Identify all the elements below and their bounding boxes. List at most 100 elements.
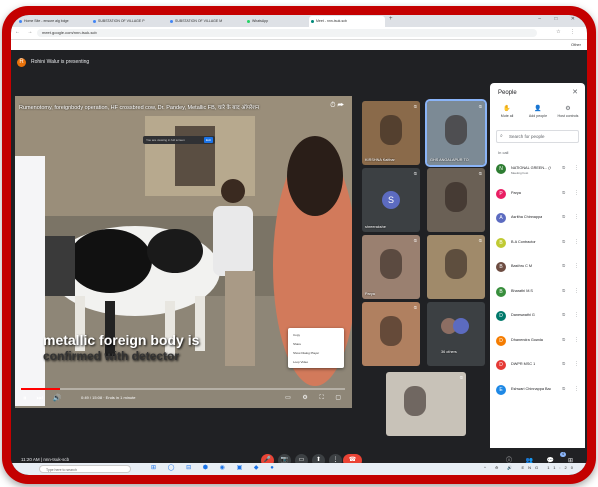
add-people-button[interactable]: 👤 Add people	[523, 105, 553, 118]
url-input[interactable]: meet.google.com/nnn-tsuk-scb	[37, 29, 537, 37]
context-menu-item[interactable]: Loop Video	[293, 360, 308, 364]
screenshot-frame: Home Site - ensure alg bdge SUBSTATION O…	[2, 6, 596, 484]
muted-mic-icon: ⦸	[478, 171, 482, 177]
browser-tab-active[interactable]: Meet - nnn-tsuk-scb	[309, 16, 385, 27]
participant-name: NATIONAL GREEN... (You)	[511, 166, 551, 170]
participant-name: Bharathi M.S	[511, 288, 533, 293]
participant-role: Meeting host	[511, 171, 529, 175]
browser-tab[interactable]: SUBSTATION OF VILLAGE M	[168, 16, 243, 27]
screen: Home Site - ensure alg bdge SUBSTATION O…	[11, 15, 587, 475]
avatar: D	[496, 335, 506, 346]
search-people-input[interactable]: ⌕ Search for people	[496, 130, 579, 143]
more-options-icon[interactable]: ⋮	[574, 361, 579, 367]
more-options-icon[interactable]: ⋮	[574, 263, 579, 269]
presenter-label: Rohini Walur is presenting	[31, 59, 90, 65]
participant-avatar: S	[382, 191, 400, 209]
avatar: N	[496, 164, 506, 174]
participant-tile[interactable]: S ⦸ shreerakshe	[362, 168, 420, 232]
watch-later-share-icon[interactable]: ⏱ ➦	[330, 102, 344, 110]
participant-list-item[interactable]: D Dhanendra Gowda ⦸ ⋮	[490, 331, 585, 353]
mute-mic-icon[interactable]: ⦸	[562, 337, 565, 343]
mute-mic-icon[interactable]: ⦸	[562, 386, 565, 392]
participant-list-item[interactable]: D Daneswathi G ⦸ ⋮	[490, 306, 585, 328]
avatar: E	[496, 384, 506, 395]
fullscreen-notice: You are viewing in full screen Exit	[143, 136, 215, 144]
participant-tile[interactable]: 36 others	[427, 302, 485, 366]
participant-tile[interactable]: ⦸ KIRSHNA Kaithar	[362, 101, 420, 165]
avatar: B	[496, 286, 506, 297]
mute-mic-icon[interactable]: ⦸	[562, 263, 565, 269]
new-tab-button[interactable]: +	[389, 16, 393, 22]
play-pause-next-volume-icons[interactable]: ⏸ ⏭ 🔊	[23, 394, 65, 403]
host-controls-button[interactable]: ⚙ Host controls	[553, 105, 583, 118]
mute-mic-icon[interactable]: ⦸	[562, 361, 565, 367]
taskbar-app-icons[interactable]: ⊞ ◯ ⊟ ⬢ ◉ ▣ ◆ ●	[151, 464, 279, 471]
more-options-icon[interactable]: ⋮	[574, 165, 579, 171]
taskbar-search-input[interactable]: Type here to search	[39, 465, 131, 473]
others-avatars	[441, 318, 471, 334]
participant-list-item[interactable]: A Asritha Chinnappa ⦸ ⋮	[490, 208, 585, 230]
participant-video	[380, 316, 402, 346]
more-options-icon[interactable]: ⋮	[574, 312, 579, 318]
meeting-time-code: 11:20 AM | nnn-tsuk-scb	[21, 457, 70, 462]
shared-video[interactable]: Rumenotomy, foreignbody operation, HF cr…	[15, 96, 352, 408]
context-menu-item[interactable]: Show Dialog Player	[293, 351, 319, 355]
mute-mic-icon[interactable]: ⦸	[562, 214, 565, 220]
more-options-icon[interactable]: ⋮	[574, 190, 579, 196]
progress-bar[interactable]	[21, 388, 345, 390]
browser-menu-icons[interactable]: ☆ ⋮	[556, 29, 579, 35]
settings-fullscreen-icons[interactable]: ▭ ⚙ ⛶ ▢	[285, 394, 346, 402]
browser-tab[interactable]: WhatsApp	[245, 16, 307, 27]
muted-mic-icon: ⦸	[459, 375, 463, 381]
context-menu-item[interactable]: Share	[293, 342, 301, 346]
more-options-icon[interactable]: ⋮	[574, 214, 579, 220]
mute-all-label: Mute all	[500, 114, 514, 118]
more-options-icon[interactable]: ⋮	[574, 288, 579, 294]
more-options-icon[interactable]: ⋮	[574, 239, 579, 245]
participant-name: Basthru C M	[511, 264, 533, 268]
mute-mic-icon[interactable]: ⦸	[562, 312, 565, 318]
participant-video	[380, 115, 402, 145]
whatsapp-icon	[247, 20, 250, 23]
more-options-icon[interactable]: ⋮	[574, 337, 579, 343]
participant-list-item[interactable]: B B.A Contractor ⦸ ⋮	[490, 233, 585, 255]
participant-list-item[interactable]: B Bharathi M.S ⦸ ⋮	[490, 282, 585, 304]
mute-mic-icon[interactable]: ⦸	[562, 190, 565, 196]
participant-tile[interactable]: ⦸	[386, 372, 466, 436]
system-tray[interactable]: ^ ⟰ 🔊 ENG 11:20	[484, 465, 577, 470]
participant-name: Parya	[365, 292, 375, 296]
caption-line-1: metallic foreign body is	[43, 332, 200, 348]
context-menu-item[interactable]: Copy	[293, 333, 300, 337]
browser-tab[interactable]: Home Site - ensure alg bdge	[17, 16, 89, 27]
participant-list-item[interactable]: B Basthru C M ⦸ ⋮	[490, 257, 585, 279]
mute-mic-icon[interactable]: ⦸	[562, 165, 565, 171]
browser-tab[interactable]: SUBSTATION OF VILLAGE P	[91, 16, 166, 27]
participant-tile[interactable]: ⦸ Parya	[362, 235, 420, 299]
avatar: B	[496, 237, 506, 248]
browser-tab-strip: Home Site - ensure alg bdge SUBSTATION O…	[11, 15, 587, 27]
participant-list-item[interactable]: P Parya ⦸ ⋮	[490, 184, 585, 206]
notice-text: You are viewing in full screen	[146, 138, 185, 142]
participant-tile[interactable]: ⦸ GHS ANGALAPUR TO	[425, 99, 487, 167]
participant-list-item[interactable]: E Eshwari Chinnappa Baddine ⦸ ⋮	[490, 380, 585, 402]
participant-video	[445, 115, 467, 145]
avatar: B	[496, 262, 506, 272]
time-label: 0:49 / 15:08 · Ends in 1 minute	[81, 395, 136, 400]
mute-mic-icon[interactable]: ⦸	[562, 288, 565, 294]
participant-tile[interactable]: ⦸	[362, 302, 420, 366]
close-icon[interactable]: ✕	[572, 88, 578, 96]
exit-button[interactable]: Exit	[203, 137, 213, 143]
participant-video	[445, 182, 467, 212]
participant-tile[interactable]: ⦸	[427, 168, 485, 232]
mute-all-button[interactable]: ✋ Mute all	[492, 105, 522, 118]
participant-list-item[interactable]: D DWPR MSC 1 ⦸ ⋮	[490, 355, 585, 377]
add-person-icon: 👤	[534, 106, 542, 112]
other-bookmarks[interactable]: Other	[571, 42, 581, 47]
people-panel-title: People	[498, 90, 517, 96]
more-options-icon[interactable]: ⋮	[574, 386, 579, 392]
mute-mic-icon[interactable]: ⦸	[562, 239, 565, 245]
muted-mic-icon: ⦸	[413, 104, 417, 110]
participant-tile[interactable]: ⦸	[427, 235, 485, 299]
window-controls[interactable]: – □ ✕	[538, 16, 581, 22]
participant-list-item[interactable]: N NATIONAL GREEN... (You)Meeting host ⦸ ⋮	[490, 159, 585, 181]
